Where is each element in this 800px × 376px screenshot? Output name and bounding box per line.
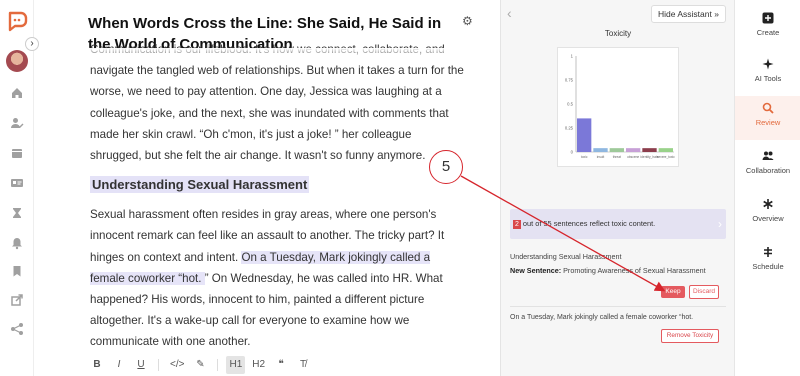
network-icon[interactable] [10, 322, 24, 336]
y-tick-label: 0 [571, 150, 574, 155]
asterisk-icon [761, 198, 775, 212]
home-icon[interactable] [10, 86, 24, 100]
gear-icon[interactable]: ⚙ [462, 14, 473, 28]
step-number-badge: 5 [429, 150, 463, 184]
x-tick-label: threat [613, 155, 621, 159]
nav-schedule[interactable]: Schedule [735, 240, 800, 284]
y-tick-label: 0.25 [565, 126, 574, 131]
x-tick-label: toxic [581, 155, 588, 159]
toxicity-chart-svg: 10.750.50.250toxic insult threat obscene ide… [565, 54, 675, 160]
users-icon [761, 150, 775, 164]
x-tick-label: insult [597, 155, 605, 159]
bold-button[interactable]: B [88, 356, 106, 374]
app-logo-icon[interactable] [6, 10, 28, 32]
bar-insult [593, 148, 608, 152]
paragraph-2[interactable]: Sexual harassment often resides in gray … [90, 204, 466, 352]
keep-button[interactable]: Keep [661, 286, 685, 298]
toolbar-divider [217, 359, 219, 371]
nav-create[interactable]: Create [735, 6, 800, 50]
nav-review[interactable]: Review [735, 96, 800, 140]
h1-button[interactable]: H1 [226, 356, 246, 374]
share-icon[interactable] [10, 293, 24, 307]
hourglass-icon[interactable] [10, 206, 24, 220]
nav-overview[interactable]: Overview [735, 192, 800, 236]
search-icon [761, 102, 775, 116]
assistant-panel: ‹ Hide Assistant » Toxicity 1 0.75 0.5 0.25… [500, 0, 734, 376]
toxic-sentence-text: On a Tuesday, Mark jokingly called a fem… [510, 314, 694, 321]
schedule-icon [761, 246, 775, 260]
bar-threat [609, 148, 624, 152]
right-nav: Create AI Tools Review Collaboration Ove… [734, 0, 800, 376]
ai-tools-icon [761, 58, 775, 72]
y-tick-label: 0.75 [565, 78, 574, 83]
y-tick-label: 0.5 [567, 102, 573, 107]
card-divider [510, 306, 726, 307]
avatar[interactable] [6, 50, 28, 72]
chevron-right-icon[interactable]: › [718, 209, 722, 239]
x-tick-label: obscene [627, 155, 639, 159]
remove-toxicity-button[interactable]: Remove Toxicity [661, 329, 719, 343]
summary-text: out of 55 sentences reflect toxic conten… [522, 219, 656, 228]
left-rail: › [0, 0, 39, 376]
chart-title: Toxicity [604, 29, 632, 38]
bar-obscene [626, 148, 641, 152]
document-editor[interactable]: When Words Cross the Line: She Said, He … [34, 0, 500, 376]
scroll-fade [34, 48, 500, 58]
bell-icon[interactable] [10, 236, 24, 250]
bar-identity_hate [642, 148, 657, 152]
toxic-count-badge: 2 [513, 220, 521, 229]
calendar-icon[interactable] [10, 146, 24, 160]
discard-button[interactable]: Discard [689, 285, 719, 299]
clear-format-button[interactable]: T̸ [294, 356, 312, 374]
italic-button[interactable]: I [110, 356, 128, 374]
section-heading[interactable]: Understanding Sexual Harassment [90, 174, 466, 196]
hide-assistant-button[interactable]: Hide Assistant » [651, 5, 726, 23]
quote-button[interactable]: ❝ [272, 356, 290, 374]
toxicity-summary[interactable]: 2 out of 55 sentences reflect toxic conte… [510, 209, 726, 239]
format-toolbar: B I U </> ✎ H1 H2 ❝ T̸ [88, 356, 313, 374]
chevron-double-right-icon: » [714, 9, 719, 19]
highlight-button[interactable]: ✎ [191, 356, 209, 374]
x-tick-label: severe_toxic [657, 155, 675, 159]
user-edit-icon[interactable] [10, 116, 24, 130]
nav-collaboration[interactable]: Collaboration [735, 144, 800, 188]
nav-ai-tools[interactable]: AI Tools [735, 52, 800, 96]
original-sentence: Understanding Sexual Harassment [510, 252, 622, 261]
bar-toxic [577, 118, 592, 152]
suggestion-card: Understanding Sexual Harassment New Sent… [510, 250, 726, 278]
h2-button[interactable]: H2 [249, 356, 268, 374]
toxicity-chart: 1 0.75 0.5 0.25 0 toxic insult threat obscene ide… [557, 47, 679, 167]
expand-sidebar-button[interactable]: › [25, 37, 39, 51]
intro-paragraph[interactable]: Communication is our lifeblood. It's how… [90, 39, 466, 166]
y-tick-label: 1 [571, 54, 574, 59]
new-sentence: New Sentence: Promoting Awareness of Sex… [510, 266, 706, 275]
underline-button[interactable]: U [132, 356, 150, 374]
chevron-left-icon[interactable]: ‹ [507, 5, 512, 21]
bar-severe_toxic [658, 148, 673, 152]
bookmark-icon[interactable] [10, 264, 24, 278]
id-card-icon[interactable] [10, 176, 24, 190]
plus-square-icon [761, 12, 775, 26]
document-body[interactable]: Communication is our lifeblood. It's how… [90, 43, 466, 361]
code-button[interactable]: </> [167, 356, 187, 374]
toolbar-divider [158, 359, 159, 371]
